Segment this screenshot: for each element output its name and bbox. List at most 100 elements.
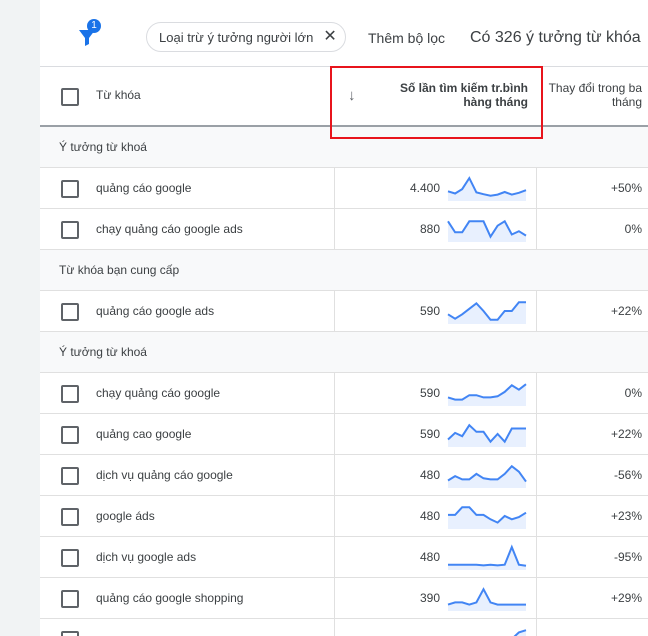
table-row[interactable]: dịch vụ google ads 480 -95% bbox=[40, 537, 648, 578]
filter-count-badge: 1 bbox=[87, 19, 101, 33]
table-row[interactable]: chạy quảng cáo google ads 880 0% bbox=[40, 209, 648, 250]
avg-monthly-searches-value: 480 bbox=[419, 468, 440, 482]
trend-sparkline bbox=[513, 629, 527, 636]
column-divider bbox=[334, 373, 335, 413]
column-divider bbox=[536, 291, 537, 331]
column-divider bbox=[334, 496, 335, 536]
column-divider bbox=[536, 455, 537, 495]
add-filter-button[interactable]: Thêm bộ lọc bbox=[368, 30, 445, 46]
column-divider bbox=[334, 414, 335, 454]
keyword-text: quảng cáo google shopping bbox=[96, 591, 244, 605]
trend-sparkline bbox=[447, 464, 527, 488]
column-divider bbox=[536, 496, 537, 536]
three-month-change-value: -56% bbox=[613, 468, 642, 482]
trend-sparkline bbox=[447, 301, 526, 324]
avg-monthly-searches-value: 390 bbox=[419, 591, 440, 605]
three-month-change-value: 0% bbox=[624, 222, 642, 236]
sparkline-area bbox=[448, 466, 526, 488]
avg-monthly-searches-value: 880 bbox=[419, 222, 440, 236]
section-header: Ý tưởng từ khoá bbox=[40, 332, 648, 373]
keyword-text: quảng cáo google bbox=[96, 181, 192, 195]
section-label: Từ khóa bạn cung cấp bbox=[59, 263, 180, 277]
section-header: Từ khóa bạn cung cấp bbox=[40, 250, 648, 291]
column-divider bbox=[334, 619, 335, 636]
trend-sparkline bbox=[447, 587, 526, 611]
trend-sparkline bbox=[447, 383, 527, 406]
keyword-idea-count: Có 326 ý tưởng từ khóa bbox=[470, 29, 641, 46]
row-checkbox[interactable] bbox=[61, 467, 79, 485]
section-label: Ý tưởng từ khoá bbox=[59, 140, 147, 154]
column-divider bbox=[536, 537, 537, 577]
trend-sparkline bbox=[448, 506, 527, 529]
filter-chip-exclude-adult[interactable]: Loại trừ ý tưởng người lớn ✕ bbox=[146, 22, 346, 52]
column-divider bbox=[536, 168, 537, 208]
column-header-three-month-change[interactable]: Thay đổi trong ba tháng bbox=[540, 81, 642, 109]
sparkline-area bbox=[448, 589, 526, 611]
sparkline-line bbox=[513, 629, 527, 636]
table-row[interactable]: google áds 480 +23% bbox=[40, 496, 648, 537]
column-divider bbox=[536, 414, 537, 454]
column-divider bbox=[536, 619, 537, 636]
select-all-checkbox[interactable] bbox=[61, 88, 79, 106]
three-month-change-value: +23% bbox=[610, 509, 642, 523]
sparkline-area bbox=[448, 302, 526, 324]
keyword-text: quảng cáo google ads bbox=[96, 304, 215, 318]
three-month-change-value: +50% bbox=[610, 181, 642, 195]
trend-sparkline bbox=[447, 176, 527, 201]
avg-monthly-searches-value: 590 bbox=[419, 427, 440, 441]
column-divider bbox=[334, 291, 335, 331]
three-month-change-value: +22% bbox=[610, 304, 642, 318]
table-row[interactable]: quảng cáo google shopping 390 +29% bbox=[40, 578, 648, 619]
column-divider bbox=[334, 578, 335, 618]
row-checkbox[interactable] bbox=[61, 631, 79, 636]
keyword-text: chạy quảng cáo google ads bbox=[96, 222, 243, 236]
column-divider bbox=[536, 373, 537, 413]
avg-monthly-searches-value: 590 bbox=[419, 304, 440, 318]
row-checkbox[interactable] bbox=[61, 221, 79, 239]
column-divider bbox=[536, 209, 537, 249]
three-month-change-value: +22% bbox=[610, 427, 642, 441]
trend-sparkline bbox=[447, 423, 526, 447]
three-month-change-value: -95% bbox=[613, 550, 642, 564]
table-row[interactable]: quảng cao google 590 +22% bbox=[40, 414, 648, 455]
section-label: Ý tưởng từ khoá bbox=[59, 345, 147, 359]
avg-monthly-searches-value: 480 bbox=[419, 550, 440, 564]
close-icon[interactable]: ✕ bbox=[323, 29, 336, 45]
row-checkbox[interactable] bbox=[61, 180, 79, 198]
filter-chip-label: Loại trừ ý tưởng người lớn bbox=[159, 29, 314, 45]
avg-monthly-searches-value: 480 bbox=[419, 509, 440, 523]
table-row[interactable]: dịch vụ quảng cáo google 480 -56% bbox=[40, 455, 648, 496]
column-divider bbox=[334, 168, 335, 208]
keyword-text: quảng cao google bbox=[96, 427, 192, 441]
keyword-text: chạy quảng cáo google bbox=[96, 386, 221, 400]
keyword-text: dịch vụ google ads bbox=[96, 550, 197, 564]
row-checkbox[interactable] bbox=[61, 426, 79, 444]
row-checkbox[interactable] bbox=[61, 590, 79, 608]
column-divider bbox=[334, 537, 335, 577]
table-row[interactable] bbox=[40, 619, 648, 636]
trend-sparkline bbox=[448, 544, 527, 570]
avg-monthly-searches-value: 4.400 bbox=[409, 181, 440, 195]
trend-sparkline bbox=[447, 219, 527, 242]
column-divider bbox=[334, 455, 335, 495]
table-row[interactable]: quảng cáo google 4.400 +50% bbox=[40, 168, 648, 209]
three-month-change-value: 0% bbox=[624, 386, 642, 400]
row-checkbox[interactable] bbox=[61, 508, 79, 526]
three-month-change-value: +29% bbox=[610, 591, 642, 605]
column-divider bbox=[334, 209, 335, 249]
keyword-text: dịch vụ quảng cáo google bbox=[96, 468, 233, 482]
table-row[interactable]: quảng cáo google ads 590 +22% bbox=[40, 291, 648, 332]
keyword-text: google áds bbox=[96, 509, 155, 523]
sparkline-area bbox=[448, 547, 526, 570]
sparkline-area bbox=[515, 630, 526, 636]
highlight-annotation-box bbox=[330, 66, 543, 139]
row-checkbox[interactable] bbox=[61, 385, 79, 403]
table-row[interactable]: chạy quảng cáo google 590 0% bbox=[40, 373, 648, 414]
filter-bar: 1 Loại trừ ý tưởng người lớn ✕ Thêm bộ l… bbox=[40, 0, 648, 67]
avg-monthly-searches-value: 590 bbox=[419, 386, 440, 400]
left-gutter bbox=[0, 0, 41, 636]
row-checkbox[interactable] bbox=[61, 549, 79, 567]
row-checkbox[interactable] bbox=[61, 303, 79, 321]
column-header-keyword[interactable]: Từ khóa bbox=[96, 88, 141, 102]
column-divider bbox=[536, 578, 537, 618]
